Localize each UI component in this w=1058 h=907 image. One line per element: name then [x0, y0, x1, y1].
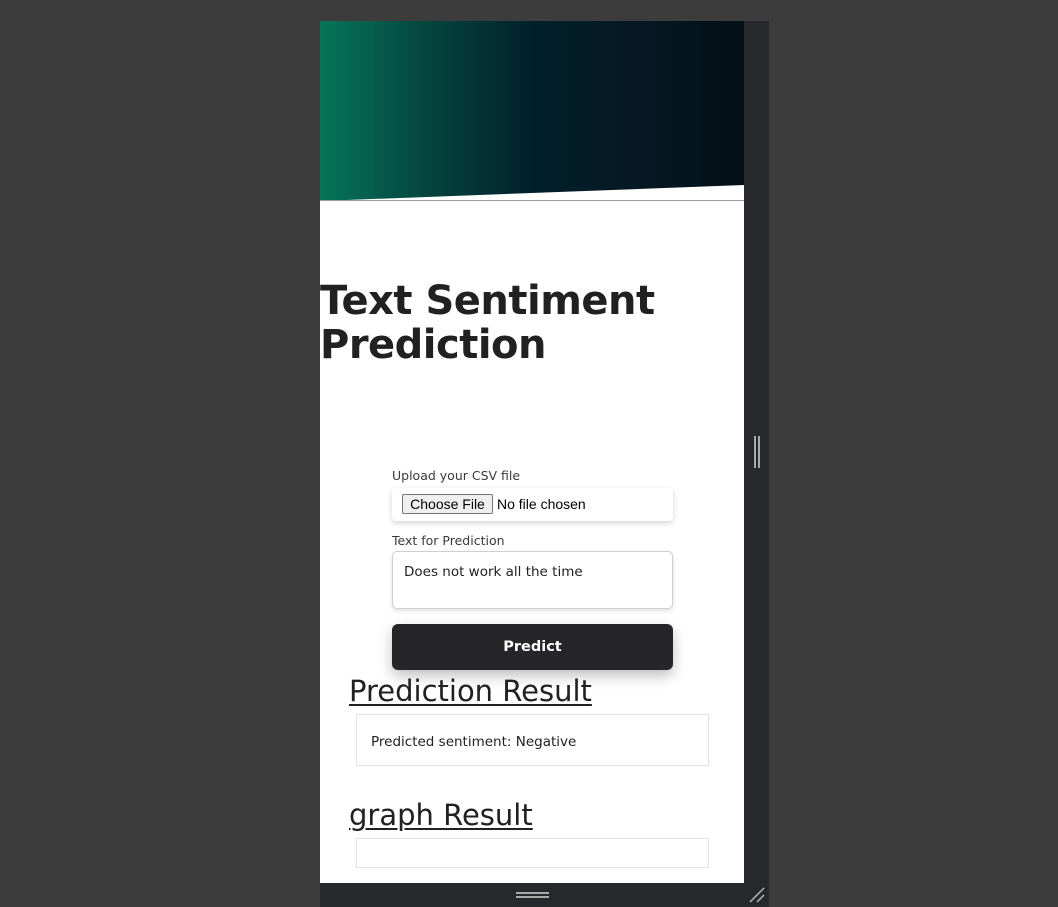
text-input-label: Text for Prediction: [392, 533, 505, 548]
hero-banner: [320, 21, 744, 201]
graph-result-box: [356, 838, 709, 868]
csv-file-input[interactable]: Choose File No file chosen: [392, 488, 673, 521]
choose-file-button[interactable]: Choose File: [402, 494, 493, 514]
prediction-text-input[interactable]: Does not work all the time: [392, 551, 673, 609]
prediction-result-box: Predicted sentiment: Negative: [356, 714, 709, 766]
hero-divider: [320, 200, 744, 201]
prediction-result-heading: Prediction Result: [349, 674, 592, 708]
upload-label: Upload your CSV file: [392, 468, 521, 483]
graph-result-heading: graph Result: [349, 798, 533, 832]
app-viewport: Text Sentiment Prediction Upload your CS…: [320, 21, 744, 883]
predict-button[interactable]: Predict: [392, 624, 673, 670]
page-title: Text Sentiment Prediction: [320, 278, 655, 368]
file-status-text: No file chosen: [497, 496, 586, 512]
side-resize-handle[interactable]: [754, 436, 760, 468]
prediction-result-text: Predicted sentiment: Negative: [371, 734, 577, 750]
bottom-resize-handle[interactable]: [516, 892, 549, 899]
corner-resize-grip-icon[interactable]: [748, 886, 766, 904]
